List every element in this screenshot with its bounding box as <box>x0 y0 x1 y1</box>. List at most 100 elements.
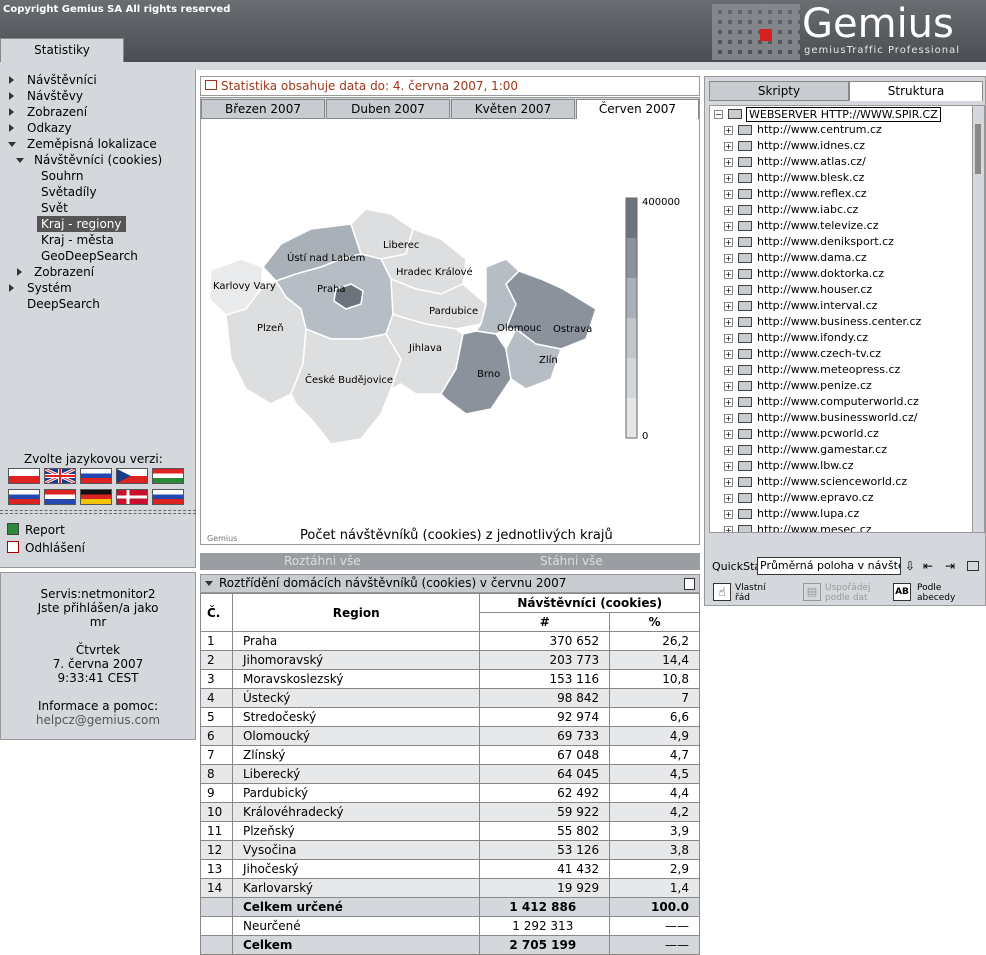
expand-icon[interactable]: + <box>724 302 733 311</box>
expand-icon[interactable]: + <box>724 350 733 359</box>
expand-icon[interactable]: + <box>724 238 733 247</box>
scroll-thumb[interactable] <box>975 124 981 174</box>
logout-link[interactable]: Odhlášení <box>25 541 85 555</box>
tab-cerven[interactable]: Červen 2007 <box>576 99 699 119</box>
report-icon[interactable] <box>7 523 19 535</box>
report-link[interactable]: Report <box>25 523 65 537</box>
logout-icon[interactable] <box>7 541 19 553</box>
expand-icon[interactable] <box>9 76 14 84</box>
nav-item-zobrazeni[interactable]: Zobrazení <box>27 104 87 120</box>
collapse-all-button[interactable]: Stáhni vše <box>540 553 603 570</box>
sort-data-icon[interactable]: ▤ <box>803 583 821 601</box>
expand-icon[interactable]: + <box>724 478 733 487</box>
nav-item-souhrn[interactable]: Souhrn <box>41 168 84 184</box>
nav-item-zemepisna[interactable]: Zeměpisná lokalizace <box>27 136 157 152</box>
hand-icon[interactable]: ☝ <box>713 583 731 601</box>
expand-icon[interactable]: + <box>724 366 733 375</box>
flag-ru-icon[interactable] <box>80 468 112 484</box>
expand-icon[interactable]: + <box>724 414 733 423</box>
expand-icon[interactable]: + <box>724 158 733 167</box>
flag-cz-icon[interactable] <box>116 468 148 484</box>
data-info-text: Statistika obsahuje data do: 4. června 2… <box>221 79 519 93</box>
collapse-icon[interactable]: − <box>714 110 723 119</box>
nav-item-navstevnici[interactable]: Návštěvníci <box>27 72 97 88</box>
expand-icon[interactable] <box>9 284 14 292</box>
flag-dk-icon[interactable] <box>116 489 148 505</box>
expand-icon[interactable]: + <box>724 494 733 503</box>
region-jihocesky[interactable] <box>290 327 402 445</box>
sort-abc-icon[interactable]: AB <box>893 583 911 601</box>
flag-pl-icon[interactable] <box>8 468 40 484</box>
expand-icon[interactable]: + <box>724 126 733 135</box>
collapse-icon[interactable] <box>16 158 24 163</box>
flag-si-icon[interactable] <box>8 489 40 505</box>
expand-icon[interactable]: + <box>724 334 733 343</box>
download-icon[interactable]: ⇩ <box>905 559 915 573</box>
nav-item-svetadily[interactable]: Světadíly <box>41 184 97 200</box>
flag-uk-icon[interactable] <box>44 467 76 485</box>
sort-data-button[interactable]: Uspořádej podle dat <box>825 583 870 603</box>
folder-icon[interactable] <box>967 561 979 571</box>
tab-brezen[interactable]: Březen 2007 <box>201 99 325 119</box>
tab-statistiky[interactable]: Statistiky <box>0 38 124 62</box>
help-email[interactable]: helpcz@gemius.com <box>1 713 195 727</box>
flag-hu-icon[interactable] <box>152 468 184 484</box>
expand-icon[interactable]: + <box>724 190 733 199</box>
collapse-icon[interactable] <box>8 142 16 147</box>
tab-struktura[interactable]: Struktura <box>849 81 983 101</box>
flag-de-icon[interactable] <box>80 489 112 505</box>
expand-icon[interactable]: + <box>724 462 733 471</box>
right-panel: Skripty Struktura − WEBSERVER HTTP://WWW… <box>704 76 986 606</box>
row-count: 53 126 <box>479 840 611 860</box>
nav-item-navstevy[interactable]: Návštěvy <box>27 88 83 104</box>
arrow-right-icon[interactable]: ⇥ <box>945 559 955 573</box>
nav-item-deepsearch[interactable]: DeepSearch <box>27 296 100 312</box>
row-count: 64 045 <box>479 764 611 784</box>
expand-icon[interactable] <box>9 92 14 100</box>
expand-icon[interactable]: + <box>724 318 733 327</box>
expand-icon[interactable]: + <box>724 382 733 391</box>
expand-icon[interactable] <box>9 124 14 132</box>
quickstat-select[interactable]: Průměrná poloha v návštěvě <box>757 557 901 575</box>
expand-icon[interactable]: + <box>724 270 733 279</box>
expand-icon[interactable]: + <box>724 286 733 295</box>
expand-icon[interactable]: + <box>724 254 733 263</box>
expand-icon[interactable]: + <box>724 430 733 439</box>
nav-item-odkazy[interactable]: Odkazy <box>27 120 72 136</box>
empty-cell <box>200 935 233 955</box>
expand-icon[interactable]: + <box>724 526 733 532</box>
expand-icon[interactable] <box>17 268 22 276</box>
expand-icon[interactable]: + <box>724 206 733 215</box>
expand-icon[interactable] <box>9 108 14 116</box>
nav-item-kraj-mesta[interactable]: Kraj - města <box>41 232 114 248</box>
tree-scrollbar[interactable] <box>972 106 984 532</box>
expand-icon[interactable]: + <box>724 222 733 231</box>
nav-item-navstevnici-cookies[interactable]: Návštěvníci (cookies) <box>34 152 162 168</box>
flag-hr-icon[interactable] <box>44 489 76 505</box>
export-icon[interactable] <box>684 578 695 590</box>
legend-max: 400000 <box>642 197 680 208</box>
expand-icon[interactable]: + <box>724 446 733 455</box>
region-liberecky[interactable] <box>350 208 414 260</box>
arrow-left-icon[interactable]: ⇤ <box>923 559 933 573</box>
expand-icon[interactable]: + <box>724 398 733 407</box>
nav-item-kraj-regiony[interactable]: Kraj - regiony <box>37 216 126 232</box>
sort-own-button[interactable]: Vlastní řád <box>735 583 766 603</box>
nav-item-geodeepsearch[interactable]: GeoDeepSearch <box>41 248 138 264</box>
flag-sk-icon[interactable] <box>152 489 184 505</box>
tab-skripty[interactable]: Skripty <box>709 81 849 101</box>
nav-item-system[interactable]: Systém <box>27 280 72 296</box>
expand-all-button[interactable]: Roztáhni vše <box>284 553 361 570</box>
tab-kveten[interactable]: Květen 2007 <box>451 99 575 119</box>
tab-duben[interactable]: Duben 2007 <box>326 99 450 119</box>
empty-cell <box>200 916 233 936</box>
expand-icon[interactable]: + <box>724 142 733 151</box>
expand-icon[interactable]: + <box>724 510 733 519</box>
collapse-icon[interactable] <box>205 581 213 586</box>
expand-icon[interactable]: + <box>724 174 733 183</box>
nav-item-zobrazeni-2[interactable]: Zobrazení <box>34 264 94 280</box>
site-url: http://www.lbw.cz <box>757 459 854 472</box>
sort-abc-label: Podle <box>917 583 942 593</box>
sort-abc-button[interactable]: Podle abecedy <box>917 583 955 603</box>
nav-item-svet[interactable]: Svět <box>41 200 68 216</box>
